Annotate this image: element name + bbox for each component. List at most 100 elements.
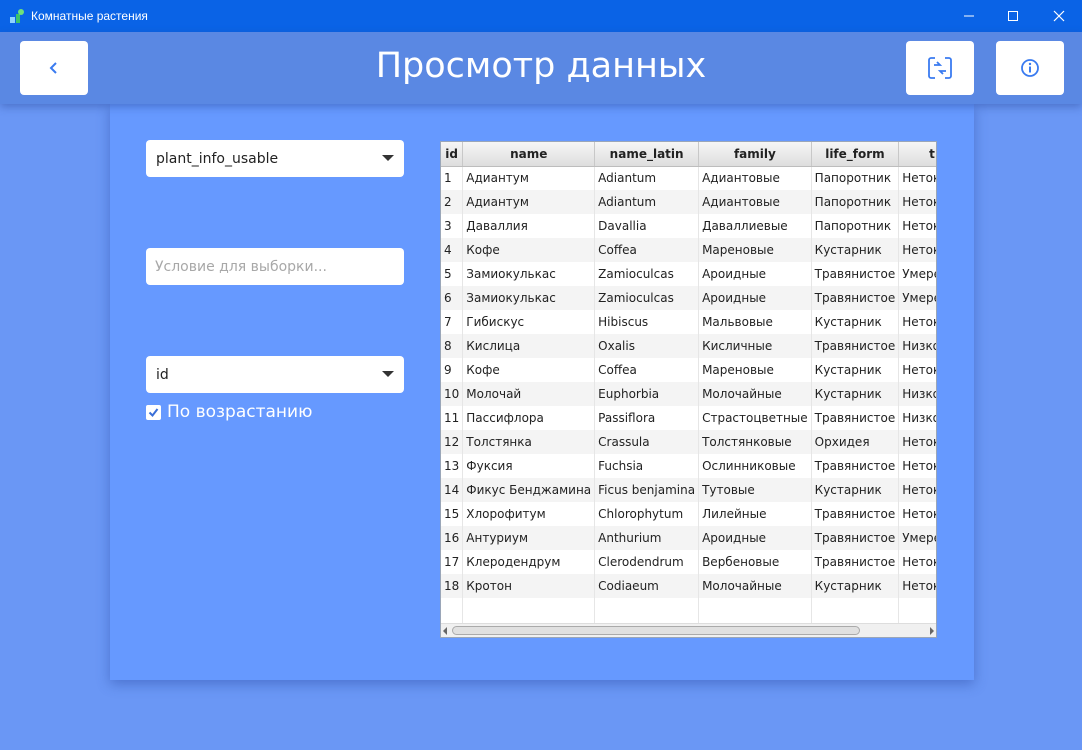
table-cell: Толстянка <box>462 430 596 454</box>
data-grid: id name name_latin family life_form t 1 Адиант… <box>441 142 936 637</box>
empty-cell <box>811 598 900 622</box>
table-cell: 16 <box>441 526 464 550</box>
column-header[interactable]: id <box>441 142 464 167</box>
table-cell: Антуриум <box>462 526 596 550</box>
table-cell: Адиантум <box>462 166 596 190</box>
table-cell: Нетоксич <box>898 166 936 190</box>
table-cell: Davallia <box>594 214 700 238</box>
empty-cell <box>462 598 596 622</box>
table-cell: 2 <box>441 190 464 214</box>
table-cell: Молочайные <box>698 574 812 598</box>
table-row[interactable]: 2 Адиантум Adiantum Адиантовые Папоротник Нет… <box>441 190 936 214</box>
empty-cell <box>898 598 936 622</box>
column-header[interactable]: name <box>462 142 596 167</box>
checkbox-box[interactable] <box>146 404 161 420</box>
table-cell: 11 <box>441 406 464 430</box>
table-cell: 12 <box>441 430 464 454</box>
app-plant-icon <box>10 9 24 23</box>
table-select[interactable]: plant_info_usable <box>146 140 404 177</box>
table-row[interactable]: 7ГибискусHibiscusМальвовыеКустарникНеток… <box>441 310 936 334</box>
table-cell: 3 <box>441 214 464 238</box>
table-cell: 6 <box>441 286 464 310</box>
table-row[interactable]: 8КислицаOxalisКисличныеТравянистоеНизкот… <box>441 334 936 358</box>
table-cell: Кофе <box>462 238 596 262</box>
table-cell: 15 <box>441 502 464 526</box>
table-cell: Орхидея <box>811 430 900 454</box>
table-cell: Zamioculcas <box>594 286 700 310</box>
empty-row <box>441 598 936 622</box>
table-cell: Нетоксич <box>898 478 936 502</box>
table-cell: Пассифлора <box>462 406 596 430</box>
table-cell: Кофе <box>462 358 596 382</box>
table-cell: Травянистое <box>811 334 900 358</box>
sort-column-select[interactable]: id <box>146 356 404 393</box>
table-row[interactable]: 4КофеCoffeaМареновыеКустарникНетоксич <box>441 238 936 262</box>
table-row[interactable]: 5 Замиокулькас Zamioculcas Ароидные Травянис… <box>441 262 936 286</box>
table-cell: 5 <box>441 262 464 286</box>
table-cell: Гибискус <box>462 310 596 334</box>
table-cell: Хлорофитум <box>462 502 596 526</box>
table-row[interactable]: 13 Фуксия Fuchsia Ослинниковые Травянистое Не… <box>441 454 936 478</box>
table-cell: Adiantum <box>594 190 700 214</box>
table-cell: Адиантум <box>462 190 596 214</box>
table-cell: Ароидные <box>698 286 812 310</box>
window-title: Комнатные растения <box>31 9 148 23</box>
chevron-down-icon <box>382 371 394 377</box>
column-header[interactable]: family <box>698 142 812 167</box>
maximize-icon <box>1008 11 1018 21</box>
info-icon <box>1021 59 1039 77</box>
column-header[interactable]: name_latin <box>594 142 700 167</box>
table-row[interactable]: 1 Адиантум Adiantum Адиантовые Папоротник Нет… <box>441 166 936 190</box>
table-cell: Нетоксич <box>898 502 936 526</box>
refresh-button[interactable] <box>906 41 974 95</box>
table-row[interactable]: 17 Клеродендрум Clerodendrum Вербеновые Трав… <box>441 550 936 574</box>
table-cell: Нетоксич <box>898 574 936 598</box>
table-cell: Замиокулькас <box>462 262 596 286</box>
table-cell: Нетоксич <box>898 190 936 214</box>
table-cell: Кислица <box>462 334 596 358</box>
info-button[interactable] <box>996 41 1064 95</box>
checkmark-icon <box>148 407 159 417</box>
table-header-row: id name name_latin family life_form t <box>441 142 936 167</box>
table-cell: Мареновые <box>698 358 812 382</box>
table-cell: Травянистое <box>811 550 900 574</box>
close-button[interactable] <box>1036 0 1082 32</box>
table-cell: Нетоксич <box>898 310 936 334</box>
table-row[interactable]: 12 Толстянка Crassula Толстянковые Орхидея Не… <box>441 430 936 454</box>
column-header[interactable]: life_form <box>811 142 900 167</box>
table-cell: Низкото <box>898 406 936 430</box>
table-row[interactable]: 14 Фикус Бенджамина Ficus benjamina Тутовые… <box>441 478 936 502</box>
table-row[interactable]: 3 Даваллия Davallia Даваллиевые Папоротник Не… <box>441 214 936 238</box>
table-row[interactable]: 15 Хлорофитум Chlorophytum Лилейные Травянис… <box>441 502 936 526</box>
table-cell: 13 <box>441 454 464 478</box>
table-cell: Crassula <box>594 430 700 454</box>
table-row[interactable]: 18КротонCodiaeumМолочайныеКустарникНеток… <box>441 574 936 598</box>
ascending-checkbox[interactable]: По возрастанию <box>146 402 312 422</box>
table-cell: Толстянковые <box>698 430 812 454</box>
data-table[interactable]: id name name_latin family life_form t 1 Адиант… <box>440 141 937 638</box>
table-cell: Кустарник <box>811 478 900 502</box>
minimize-button[interactable] <box>946 0 992 32</box>
scroll-left-icon[interactable] <box>443 627 447 635</box>
table-cell: Codiaeum <box>594 574 700 598</box>
column-header[interactable]: t <box>898 142 936 167</box>
table-cell: Травянистое <box>811 286 900 310</box>
table-row[interactable]: 6 Замиокулькас Zamioculcas Ароидные Травянис… <box>441 286 936 310</box>
table-cell: 1 <box>441 166 464 190</box>
table-cell: Молочай <box>462 382 596 406</box>
table-row[interactable]: 10 Молочай Euphorbia Молочайные Кустарник Низ… <box>441 382 936 406</box>
table-cell: 4 <box>441 238 464 262</box>
table-cell: Coffea <box>594 238 700 262</box>
table-cell: 10 <box>441 382 464 406</box>
table-cell: 18 <box>441 574 464 598</box>
scroll-right-icon[interactable] <box>930 627 934 635</box>
maximize-button[interactable] <box>990 0 1036 32</box>
table-cell: Ароидные <box>698 262 812 286</box>
table-row[interactable]: 9КофеCoffeaМареновыеКустарникНетоксич <box>441 358 936 382</box>
table-row[interactable]: 16 Антуриум Anthurium Ароидные Травянистое Ум… <box>441 526 936 550</box>
table-cell: Низкото <box>898 334 936 358</box>
horizontal-scrollbar[interactable] <box>441 623 936 637</box>
condition-input[interactable] <box>146 248 404 285</box>
table-row[interactable]: 11 Пассифлора Passiflora Страстоцветные Трав… <box>441 406 936 430</box>
scrollbar-thumb[interactable] <box>452 626 860 635</box>
